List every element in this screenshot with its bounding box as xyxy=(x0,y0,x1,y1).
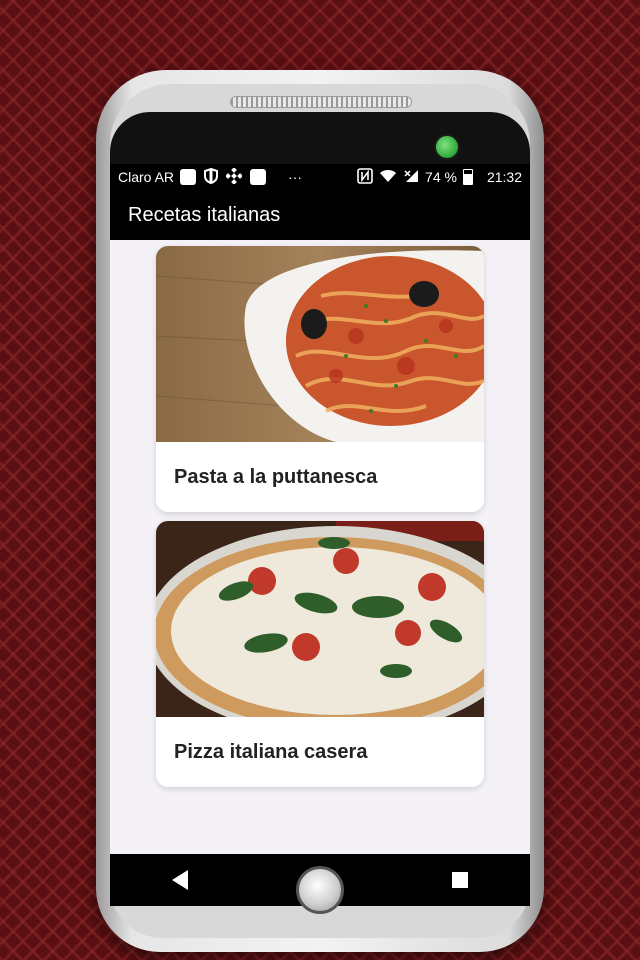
device: Claro AR ··· 74 % 21:32 Recetas italiana… xyxy=(96,70,544,952)
wifi-icon xyxy=(379,169,397,186)
app-bar: Recetas italianas xyxy=(110,190,530,240)
recipe-title: Pizza italiana casera xyxy=(174,740,368,763)
signal-icon xyxy=(403,169,419,186)
screen: Claro AR ··· 74 % 21:32 Recetas italiana… xyxy=(110,164,530,854)
recipe-title: Pasta a la puttanesca xyxy=(174,465,378,488)
app-notification-icon xyxy=(180,169,197,185)
app-title: Recetas italianas xyxy=(128,203,281,226)
recents-icon[interactable] xyxy=(440,860,480,900)
pizza-casera-photo xyxy=(156,521,484,717)
carrier-label: Claro AR xyxy=(118,169,175,185)
battery-level: 74 % xyxy=(425,169,457,185)
shield-icon xyxy=(204,167,219,186)
hardware-home-button[interactable] xyxy=(296,866,344,914)
status-bar: Claro AR ··· 74 % 21:32 xyxy=(110,164,530,190)
recipe-card-pasta[interactable]: Pasta a la puttanesca xyxy=(156,246,484,512)
front-camera xyxy=(434,134,460,160)
screen-bezel-top xyxy=(110,112,530,164)
recipe-card-pizza[interactable]: Pizza italiana casera xyxy=(156,521,484,787)
back-icon[interactable] xyxy=(160,860,200,900)
pasta-puttanesca-photo xyxy=(156,246,484,442)
nfc-icon xyxy=(357,167,373,187)
app-notification-icon xyxy=(250,169,267,185)
earpiece-speaker xyxy=(230,96,412,108)
binance-icon xyxy=(225,167,243,186)
clock: 21:32 xyxy=(486,169,522,185)
battery-icon xyxy=(462,169,473,185)
more-notifications-icon: ··· xyxy=(288,169,303,185)
